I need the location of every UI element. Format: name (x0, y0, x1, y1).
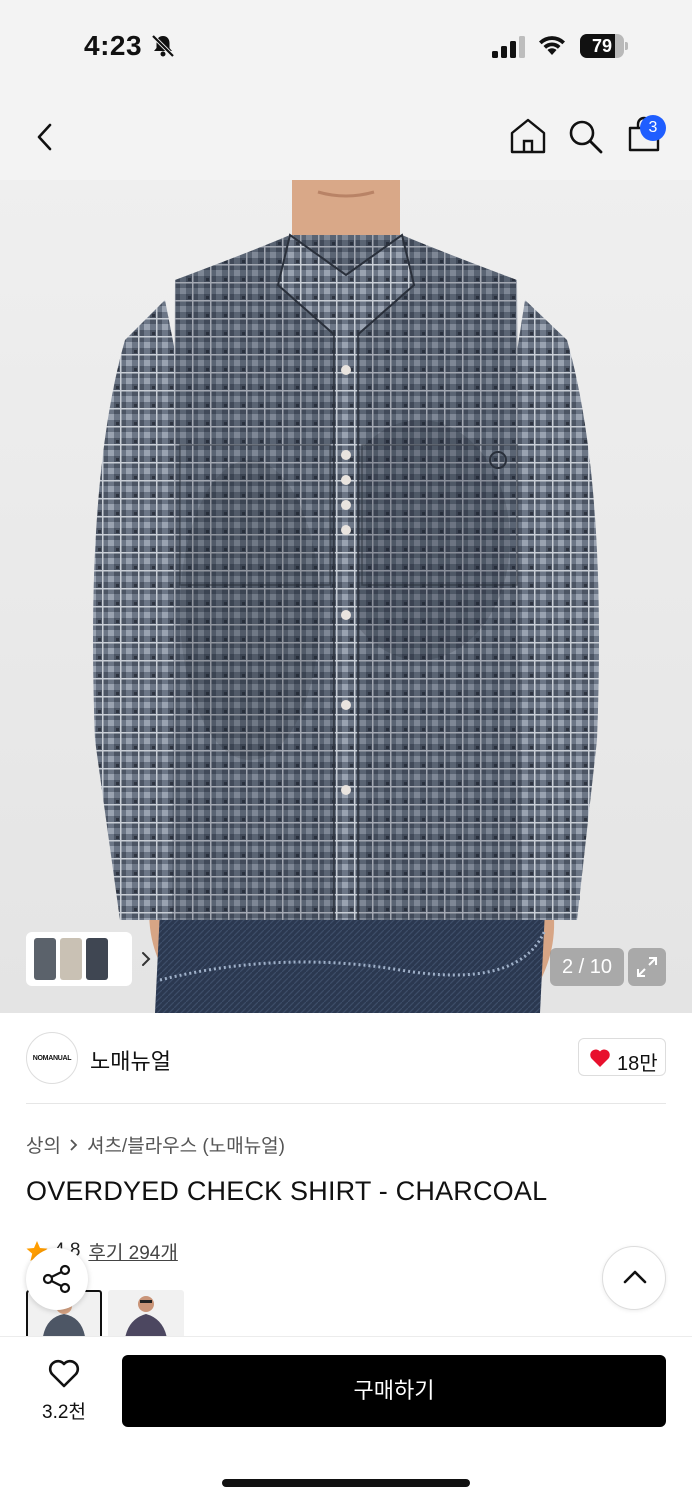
home-icon[interactable] (508, 117, 548, 155)
chevron-up-icon (623, 1270, 647, 1284)
heart-filled-icon (590, 1049, 610, 1067)
related-look-thumbnails[interactable] (26, 932, 151, 986)
wishlist-button[interactable]: 3.2천 (26, 1359, 102, 1425)
bottom-purchase-bar: 3.2천 구매하기 (0, 1336, 692, 1500)
brand-name[interactable]: 노매뉴얼 (90, 1044, 171, 1076)
wishlist-count: 3.2천 (42, 1402, 86, 1423)
status-bar: 4:23 79 (0, 0, 692, 92)
share-icon (42, 1264, 71, 1294)
cart-count-badge: 3 (640, 115, 666, 141)
bell-muted-icon (151, 34, 175, 58)
battery-indicator: 79 (580, 34, 628, 58)
heart-outline-icon (48, 1359, 80, 1388)
search-icon[interactable] (567, 118, 605, 156)
chevron-right-icon (70, 1138, 78, 1151)
brand-like-button[interactable]: 18만 (578, 1038, 666, 1076)
back-arrow-icon[interactable] (30, 120, 60, 154)
look-thumbnail (60, 938, 82, 980)
brand-like-count: 18만 (617, 1053, 658, 1075)
status-time: 4:23 (84, 30, 143, 61)
color-option-purple[interactable] (108, 1290, 184, 1336)
top-navigation: 3 (0, 92, 692, 180)
wifi-icon (539, 36, 565, 55)
product-title: OVERDYED CHECK SHIRT - CHARCOAL (26, 1176, 548, 1206)
product-image-gallery[interactable]: 2 / 10 (0, 180, 692, 1013)
divider (26, 1103, 666, 1104)
brand-logo[interactable]: NOMANUAL (26, 1032, 78, 1084)
home-indicator (222, 1479, 470, 1487)
scroll-to-top-button[interactable] (602, 1246, 666, 1310)
chevron-right-icon (142, 952, 151, 966)
brand-row: NOMANUAL 노매뉴얼 18만 (26, 1030, 666, 1086)
breadcrumb-subcategory[interactable]: 셔츠/블라우스 (노매뉴얼) (87, 1131, 285, 1158)
battery-level: 79 (591, 36, 613, 56)
product-photo (93, 180, 599, 1013)
review-count-link[interactable]: 후기 294개 (88, 1238, 177, 1265)
share-button[interactable] (26, 1248, 88, 1310)
cellular-signal-icon (492, 36, 525, 58)
swatch-photo (125, 1296, 167, 1336)
buy-button[interactable]: 구매하기 (122, 1355, 666, 1427)
breadcrumb-category[interactable]: 상의 (26, 1131, 61, 1158)
look-thumbnail (34, 938, 56, 980)
look-thumbnail (86, 938, 108, 980)
fullscreen-button[interactable] (628, 948, 666, 986)
image-counter: 2 / 10 (550, 948, 624, 986)
expand-icon (637, 957, 657, 977)
breadcrumb: 상의 셔츠/블라우스 (노매뉴얼) (26, 1131, 285, 1158)
